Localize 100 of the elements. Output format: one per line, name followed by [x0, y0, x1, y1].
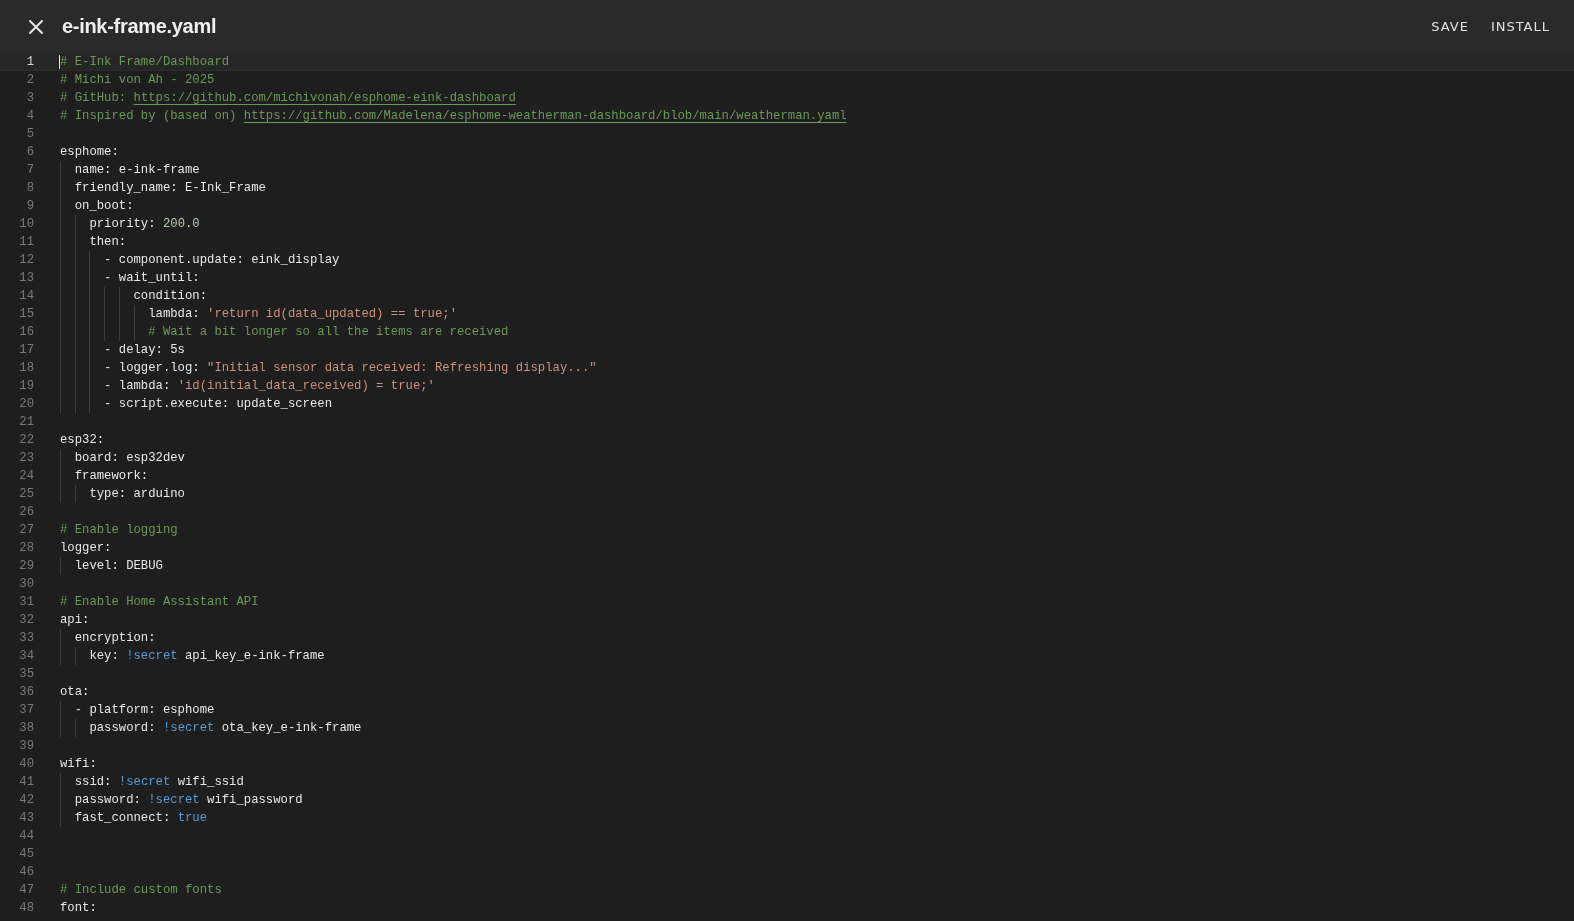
code-text: - platform: esphome: [74, 703, 215, 717]
line-number: 11: [18, 234, 34, 251]
code-text: ssid:: [74, 775, 112, 789]
toolbar-button[interactable]: SAVE: [1421, 11, 1479, 42]
secret-tag: !secret: [148, 793, 200, 807]
line-number: 48: [18, 900, 34, 917]
line-number: 34: [18, 648, 34, 665]
line-number: 47: [18, 882, 34, 899]
code-text: board: esp32dev: [74, 451, 185, 465]
line-number: 2: [25, 72, 34, 89]
code-text: friendly_name: E-Ink_Frame: [74, 181, 266, 195]
line-number: 12: [18, 252, 34, 269]
line-number: 17: [18, 342, 34, 359]
secret-tag: !secret: [118, 775, 171, 789]
line-number: 5: [25, 126, 34, 143]
code-text: - component.update: eink_display: [104, 253, 340, 267]
line-number: 45: [18, 846, 34, 863]
line-number: 40: [18, 756, 34, 773]
line-number: 46: [18, 864, 34, 881]
number-value: 200.0: [162, 217, 200, 231]
line-number: 4: [25, 108, 34, 125]
code-text: wifi_password: [207, 793, 303, 807]
line-number: 1: [25, 54, 34, 71]
line-number: 7: [25, 162, 34, 179]
code-comment: # Include custom fonts: [60, 883, 222, 897]
code-comment: # Enable Home Assistant API: [60, 595, 259, 609]
line-number: 15: [18, 306, 34, 323]
line-number: 37: [18, 702, 34, 719]
code-text: name: e-ink-frame: [74, 163, 200, 177]
code-text: ota:: [60, 685, 90, 699]
url-link[interactable]: https://github.com/michivonah/esphome-eink-dashboard: [133, 91, 516, 105]
string-value: "Initial sensor data received: Refreshing display...": [207, 361, 597, 375]
code-text: esphome:: [60, 145, 119, 159]
code-text: framework:: [74, 469, 149, 483]
code-text: wifi:: [60, 757, 97, 771]
line-number: 9: [25, 198, 34, 215]
secret-tag: !secret: [162, 721, 215, 735]
code-comment: # E-Ink Frame/Dashboard: [60, 55, 230, 69]
line-number: 8: [25, 180, 34, 197]
code-text: wifi_ssid: [177, 775, 244, 789]
line-number: 31: [18, 594, 34, 611]
secret-tag: !secret: [126, 649, 178, 663]
code-text: level: DEBUG: [74, 559, 163, 573]
line-number: 14: [18, 288, 34, 305]
line-number: 42: [18, 792, 34, 809]
line-number: 30: [18, 576, 34, 593]
line-number: 43: [18, 810, 34, 827]
line-number: 41: [18, 774, 34, 791]
line-number: 10: [18, 216, 34, 233]
line-number: 21: [18, 414, 34, 431]
line-number: 33: [18, 630, 34, 647]
code-comment: # Inspired by (based on): [60, 109, 237, 123]
code-text: api_key_e-ink-frame: [185, 649, 325, 663]
code-text: font:: [60, 901, 97, 915]
code-text: type: arduino: [89, 487, 185, 501]
code-text: key:: [89, 649, 119, 663]
code-text: fast_connect:: [74, 811, 171, 825]
line-number: 19: [18, 378, 34, 395]
code-text: esp32:: [60, 433, 105, 447]
code-text: on_boot:: [74, 199, 134, 213]
line-number: 3: [25, 90, 34, 107]
line-number: 20: [18, 396, 34, 413]
line-number: 27: [18, 522, 34, 539]
line-number: 16: [18, 324, 34, 341]
line-number: 38: [18, 720, 34, 737]
line-number: 26: [18, 504, 34, 521]
code-text: - logger.log:: [104, 361, 200, 375]
toolbar-button[interactable]: INSTALL: [1480, 11, 1560, 42]
string-value: 'id(initial_data_received) = true;': [177, 379, 435, 393]
line-number: 23: [18, 450, 34, 467]
line-number: 44: [18, 828, 34, 845]
code-text: condition:: [133, 289, 208, 303]
code-text: ota_key_e-ink-frame: [221, 721, 362, 735]
string-value: 'return id(data_updated) == true;': [207, 307, 457, 321]
code-text: password:: [74, 793, 141, 807]
line-number: 18: [18, 360, 34, 377]
line-number: 25: [18, 486, 34, 503]
line-number: 13: [18, 270, 34, 287]
code-text: - wait_until:: [104, 271, 200, 285]
code-text: lambda:: [148, 307, 200, 321]
line-number: 32: [18, 612, 34, 629]
code-comment: # Michi von Ah - 2025: [60, 73, 215, 87]
code-text: logger:: [60, 541, 112, 555]
code-text: - lambda:: [104, 379, 171, 393]
url-link[interactable]: https://github.com/Madelena/esphome-weatherman-dashboard/blob/main/weatherman.yaml: [243, 109, 847, 123]
boolean-value: true: [177, 811, 208, 825]
code-text: - delay: 5s: [104, 343, 185, 357]
file-title: e-ink-frame.yaml: [62, 15, 217, 38]
line-number: 35: [18, 666, 34, 683]
code-comment: # Enable logging: [60, 523, 178, 537]
line-number: 39: [18, 738, 34, 755]
code-text: priority:: [89, 217, 156, 231]
code-comment: # GitHub:: [60, 91, 127, 105]
code-text: encryption:: [74, 631, 156, 645]
code-text: - script.execute: update_screen: [104, 397, 332, 411]
line-number: 22: [18, 432, 34, 449]
line-number: 6: [25, 144, 34, 161]
code-text: then:: [89, 235, 127, 249]
line-number: 24: [18, 468, 34, 485]
code-text: password:: [89, 721, 156, 735]
